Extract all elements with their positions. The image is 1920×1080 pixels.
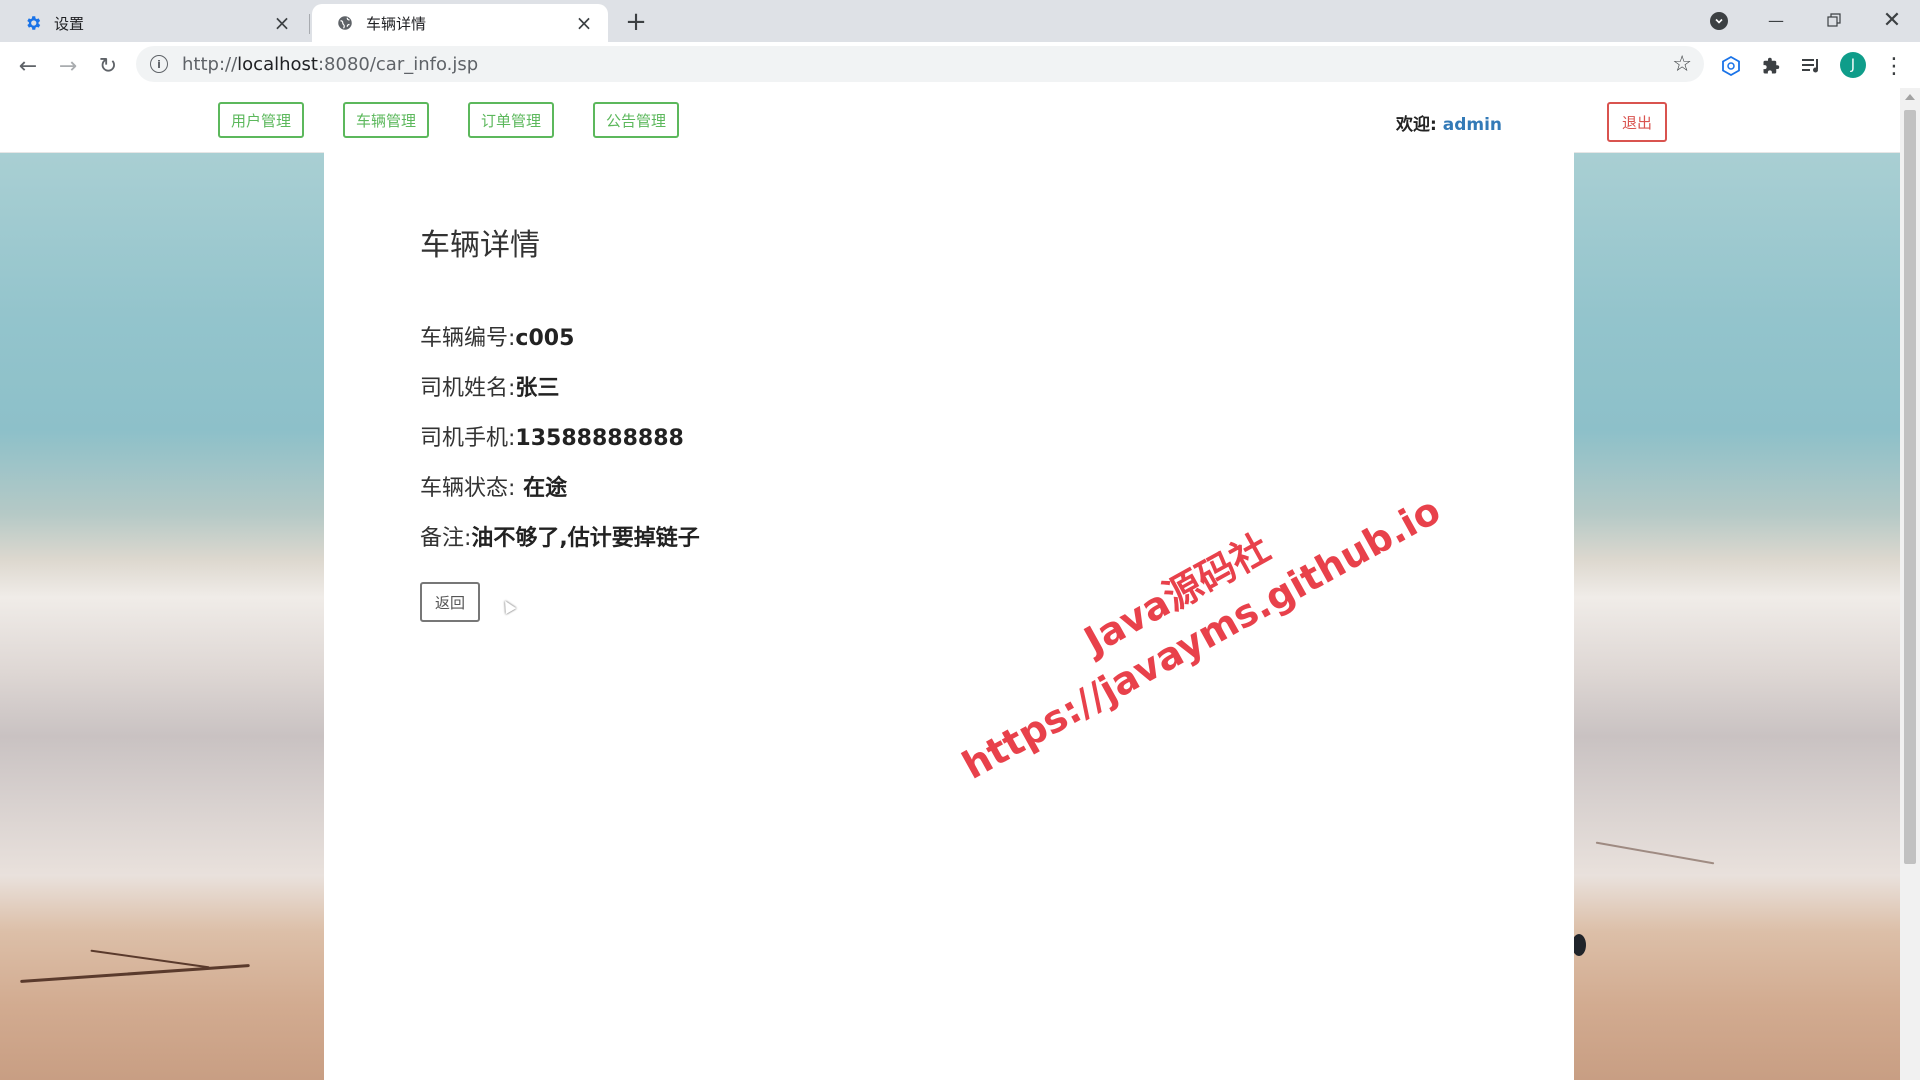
field-vehicle-id: 车辆编号:c005 [420, 326, 575, 351]
tab-car-info[interactable]: 车辆详情 × [312, 4, 608, 42]
tab-settings[interactable]: 设置 × [0, 4, 306, 42]
site-header: 用户管理 车辆管理 订单管理 公告管理 欢迎: admin 退出 [0, 88, 1900, 153]
welcome-text: 欢迎: admin [1396, 115, 1503, 135]
page-title: 车辆详情 [420, 228, 540, 263]
tab-search-icon[interactable] [1710, 12, 1728, 30]
gear-icon [24, 14, 42, 32]
info-icon[interactable]: i [150, 55, 168, 73]
content-panel: 车辆详情 车辆编号:c005 司机姓名:张三 司机手机:13588888888 … [324, 152, 1574, 1080]
scroll-up-arrow-icon[interactable] [1905, 94, 1915, 100]
nav-order-management[interactable]: 订单管理 [468, 102, 554, 138]
media-queue-icon[interactable] [1797, 52, 1825, 80]
field-driver-name: 司机姓名:张三 [420, 376, 560, 401]
nav-vehicle-management[interactable]: 车辆管理 [343, 102, 429, 138]
scrollbar-thumb[interactable] [1904, 110, 1916, 864]
tab-title: 车辆详情 [366, 14, 427, 33]
page-scrollbar[interactable] [1900, 88, 1920, 1080]
tab-title: 设置 [54, 14, 85, 33]
forward-arrow-icon[interactable]: → [52, 50, 84, 82]
close-window-button[interactable]: ✕ [1864, 0, 1920, 40]
logout-button[interactable]: 退出 [1607, 102, 1667, 142]
url-text: http://localhost:8080/car_info.jsp [182, 53, 479, 75]
menu-kebab-icon[interactable]: ⋮ [1880, 52, 1908, 80]
back-button[interactable]: 返回 [420, 582, 480, 622]
close-icon[interactable]: × [574, 13, 594, 33]
close-icon[interactable]: × [272, 13, 292, 33]
username: admin [1442, 115, 1503, 135]
browser-toolbar: ← → ↻ i http://localhost:8080/car_info.j… [0, 42, 1920, 89]
address-bar[interactable]: i http://localhost:8080/car_info.jsp ☆ [136, 46, 1704, 82]
field-remark: 备注:油不够了,估计要掉链子 [420, 526, 700, 551]
mouse-cursor [499, 597, 517, 615]
new-tab-button[interactable]: + [622, 7, 650, 37]
extensions-puzzle-icon[interactable] [1757, 52, 1785, 80]
field-vehicle-status: 车辆状态: 在途 [420, 476, 568, 501]
globe-icon [336, 14, 354, 32]
back-arrow-icon[interactable]: ← [12, 50, 44, 82]
page-viewport: 用户管理 车辆管理 订单管理 公告管理 欢迎: admin 退出 车辆详情 车辆… [0, 88, 1900, 1080]
restore-button[interactable] [1806, 0, 1862, 40]
nav-notice-management[interactable]: 公告管理 [593, 102, 679, 138]
field-driver-phone: 司机手机:13588888888 [420, 426, 684, 451]
profile-avatar[interactable]: J [1840, 52, 1866, 78]
pebble-decoration [1572, 934, 1586, 956]
minimize-button[interactable]: — [1748, 0, 1804, 40]
extension-hexagon-icon[interactable] [1717, 52, 1745, 80]
browser-tab-strip: 设置 × 车辆详情 × + — ✕ [0, 0, 1920, 42]
nav-user-management[interactable]: 用户管理 [218, 102, 304, 138]
reload-icon[interactable]: ↻ [92, 50, 124, 82]
bookmark-star-icon[interactable]: ☆ [1672, 52, 1692, 77]
tab-divider [309, 14, 310, 34]
